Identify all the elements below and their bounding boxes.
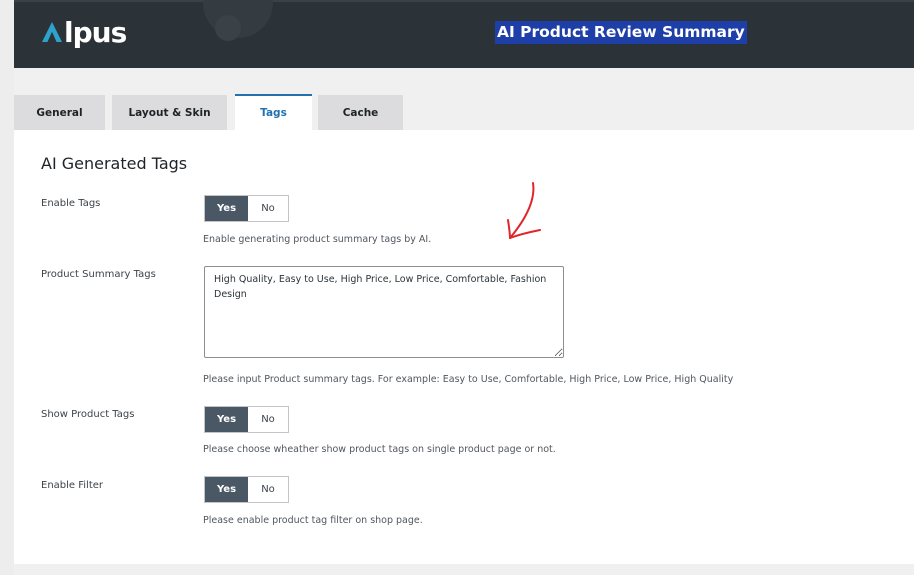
enable-tags-label: Enable Tags xyxy=(41,198,101,209)
summary-tags-help: Please input Product summary tags. For e… xyxy=(203,374,734,385)
tab-label: Tags xyxy=(260,107,287,119)
admin-sidebar-edge xyxy=(0,0,14,575)
tab-general[interactable]: General xyxy=(14,95,105,130)
tab-label: General xyxy=(36,106,83,119)
enable-tags-no-button[interactable]: No xyxy=(248,196,288,221)
page-title: AI Product Review Summary xyxy=(495,21,747,44)
enable-filter-label: Enable Filter xyxy=(41,480,104,491)
tab-tags[interactable]: Tags xyxy=(235,94,312,130)
alpus-logo: lpus xyxy=(41,14,127,50)
enable-filter-yes-button[interactable]: Yes xyxy=(205,477,248,502)
show-tags-no-button[interactable]: No xyxy=(248,407,288,432)
tab-label: Layout & Skin xyxy=(128,106,211,119)
enable-filter-no-button[interactable]: No xyxy=(248,477,288,502)
tab-label: Cache xyxy=(342,106,379,119)
alpus-logo-text: lpus xyxy=(64,15,127,49)
hand-drawn-arrow-icon xyxy=(507,182,541,239)
section-title: AI Generated Tags xyxy=(41,154,188,173)
show-tags-label: Show Product Tags xyxy=(41,409,135,420)
enable-filter-help: Please enable product tag filter on shop… xyxy=(203,515,423,526)
show-tags-yes-button[interactable]: Yes xyxy=(205,407,248,432)
header-top-border xyxy=(14,0,914,2)
tab-layout-skin[interactable]: Layout & Skin xyxy=(112,95,227,130)
enable-tags-toggle: Yes No xyxy=(204,195,289,222)
settings-panel: AI Generated Tags Enable Tags Yes No Ena… xyxy=(14,130,914,564)
page-bottom-margin xyxy=(14,564,914,575)
summary-tags-textarea[interactable]: High Quality, Easy to Use, High Price, L… xyxy=(204,266,564,358)
header-decor-dot xyxy=(215,15,241,41)
plugin-header: lpus AI Product Review Summary xyxy=(14,0,914,68)
tab-cache[interactable]: Cache xyxy=(318,95,403,130)
enable-filter-toggle: Yes No xyxy=(204,476,289,503)
show-tags-toggle: Yes No xyxy=(204,406,289,433)
enable-tags-help: Enable generating product summary tags b… xyxy=(203,234,432,245)
enable-tags-yes-button[interactable]: Yes xyxy=(205,196,248,221)
show-tags-help: Please choose wheather show product tags… xyxy=(203,444,556,455)
summary-tags-label: Product Summary Tags xyxy=(41,269,156,280)
alpus-logo-mark-icon xyxy=(42,22,62,42)
